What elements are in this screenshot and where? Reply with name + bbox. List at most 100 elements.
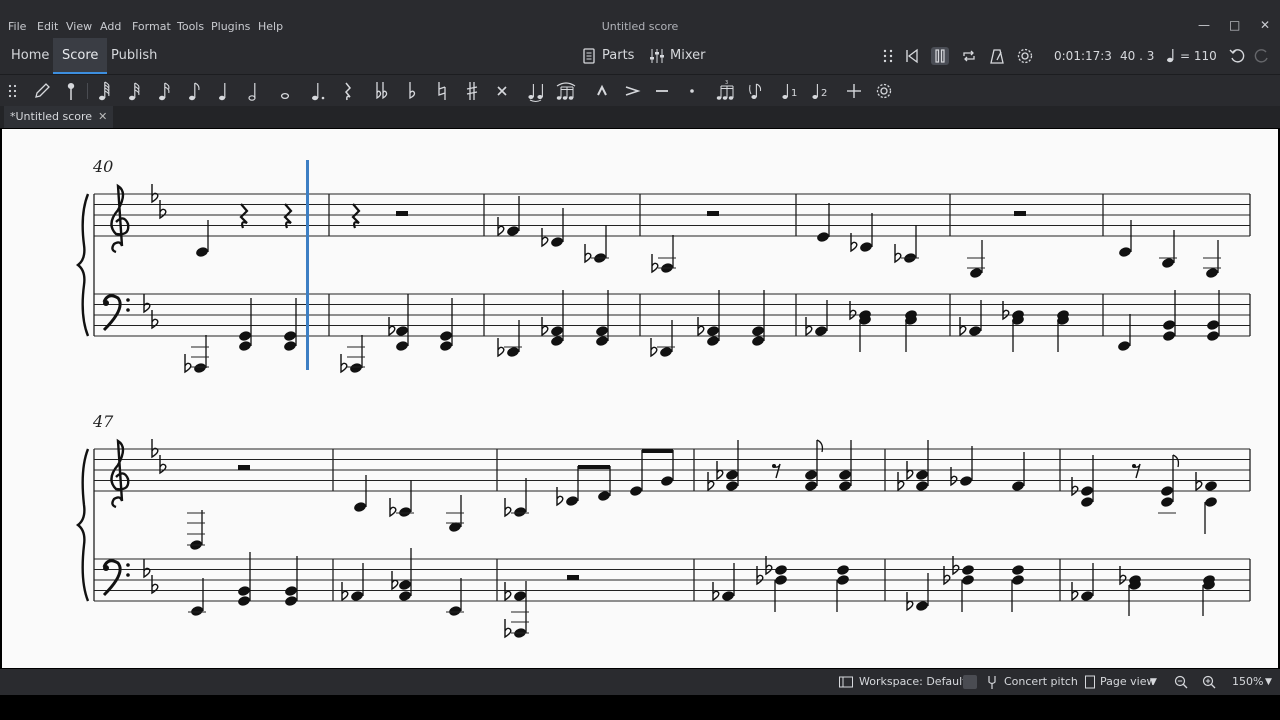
- flat-sign: [651, 254, 659, 274]
- menu-bar: File Edit View Add Format Tools Plugins …: [0, 0, 1280, 38]
- flat-sign: [1002, 301, 1010, 321]
- undo-icon[interactable]: [1228, 47, 1246, 65]
- zoom-chevron-icon[interactable]: ▼: [1265, 669, 1272, 695]
- notehead: [514, 507, 526, 517]
- workspace-icon[interactable]: [838, 674, 854, 690]
- metronome-icon[interactable]: [988, 47, 1006, 65]
- mixer-button[interactable]: Mixer: [670, 38, 705, 74]
- sixty-fourth-note-icon[interactable]: [92, 79, 118, 103]
- tuplet-icon[interactable]: 3: [713, 79, 739, 103]
- pause-icon[interactable]: [931, 47, 949, 65]
- notehead: [238, 596, 250, 606]
- rewind-icon[interactable]: [903, 47, 921, 65]
- notehead: [194, 363, 206, 373]
- window-title: Untitled score: [601, 20, 679, 33]
- notehead: [440, 341, 452, 351]
- sixteenth-note-icon[interactable]: [152, 79, 178, 103]
- tab-home[interactable]: Home: [2, 38, 58, 74]
- marcato-icon[interactable]: [589, 79, 615, 103]
- bass-clef: [103, 300, 109, 306]
- zoom-in-icon[interactable]: [1201, 674, 1217, 690]
- score-tab[interactable]: *Untitled score ✕: [4, 106, 114, 128]
- notehead: [399, 580, 411, 590]
- whole-note-icon[interactable]: [272, 79, 298, 103]
- minimize-icon[interactable]: —: [1198, 18, 1210, 32]
- natural-icon[interactable]: [429, 79, 455, 103]
- toolbar-grip-icon[interactable]: [0, 79, 26, 103]
- notehead: [238, 586, 250, 596]
- input-mode-icon[interactable]: [58, 79, 84, 103]
- zoom-level[interactable]: 150%: [1232, 669, 1263, 695]
- notehead: [630, 486, 642, 496]
- playback-settings-icon[interactable]: [1016, 47, 1034, 65]
- score-canvas[interactable]: 40 47: [2, 129, 1278, 668]
- svg-text:2: 2: [821, 88, 827, 99]
- concert-pitch-checkbox[interactable]: [963, 675, 977, 689]
- notehead: [507, 347, 519, 357]
- parts-icon[interactable]: [580, 47, 598, 65]
- tempo-readout[interactable]: = 110: [1180, 38, 1217, 74]
- notehead: [1081, 497, 1093, 507]
- playback-cursor: [306, 160, 309, 370]
- quarter-rest: [283, 203, 293, 229]
- notehead: [1081, 486, 1093, 496]
- notehead: [351, 591, 363, 601]
- thirty-second-note-icon[interactable]: [122, 79, 148, 103]
- customize-toolbar-icon[interactable]: [871, 79, 897, 103]
- notehead: [1161, 486, 1173, 496]
- svg-text:1: 1: [791, 88, 797, 99]
- sharp-icon[interactable]: [459, 79, 485, 103]
- tab-publish[interactable]: Publish: [102, 38, 166, 74]
- chevron-down-icon[interactable]: ▼: [1150, 669, 1157, 695]
- drag-handle-icon[interactable]: [879, 47, 897, 65]
- beam: [578, 465, 610, 469]
- maximize-icon[interactable]: □: [1229, 18, 1240, 32]
- notehead: [839, 470, 851, 480]
- close-window-icon[interactable]: ✕: [1260, 18, 1270, 32]
- page-view-icon[interactable]: [1082, 674, 1098, 690]
- dotted-note-icon[interactable]: [305, 79, 331, 103]
- accent-icon[interactable]: [619, 79, 645, 103]
- flat-sign: [143, 559, 151, 579]
- note-input-pencil-icon[interactable]: [29, 79, 55, 103]
- grand-staff-brace: [76, 448, 90, 602]
- svg-text:3: 3: [725, 80, 728, 86]
- notehead: [440, 331, 452, 341]
- notehead: [191, 606, 203, 616]
- workspace-label[interactable]: Workspace: Default: [859, 669, 967, 695]
- slur-icon[interactable]: [553, 79, 579, 103]
- loop-icon[interactable]: [960, 47, 978, 65]
- concert-pitch-label[interactable]: Concert pitch: [1004, 669, 1078, 695]
- parts-button[interactable]: Parts: [602, 38, 634, 74]
- close-tab-icon[interactable]: ✕: [98, 110, 107, 123]
- redo-icon[interactable]: [1253, 47, 1271, 65]
- notehead: [551, 237, 563, 247]
- staccato-icon[interactable]: [679, 79, 705, 103]
- notehead: [916, 470, 928, 480]
- flat-sign: [1071, 477, 1079, 497]
- double-sharp-icon[interactable]: [489, 79, 515, 103]
- notehead: [1118, 341, 1130, 351]
- notehead: [396, 326, 408, 336]
- document-tab-bar: *Untitled score ✕: [0, 106, 1280, 128]
- flip-direction-icon[interactable]: [743, 79, 769, 103]
- add-icon[interactable]: [841, 79, 867, 103]
- tab-score[interactable]: Score: [53, 38, 108, 74]
- quarter-note-icon[interactable]: [212, 79, 238, 103]
- score-page[interactable]: 40 47: [2, 129, 1278, 668]
- voice-1-icon[interactable]: 1: [777, 79, 803, 103]
- flat-sign: [340, 354, 348, 374]
- flat-sign: [184, 354, 192, 374]
- playback-time: 0:01:17:3: [1054, 49, 1112, 63]
- view-mode-dropdown[interactable]: Page view: [1100, 669, 1155, 695]
- flat-icon[interactable]: [399, 79, 425, 103]
- tie-icon[interactable]: [523, 79, 549, 103]
- double-flat-icon[interactable]: [369, 79, 395, 103]
- zoom-out-icon[interactable]: [1173, 674, 1189, 690]
- mixer-icon[interactable]: [648, 47, 666, 65]
- voice-2-icon[interactable]: 2: [807, 79, 833, 103]
- half-note-icon[interactable]: [242, 79, 268, 103]
- rest-icon[interactable]: [335, 79, 361, 103]
- eighth-note-icon[interactable]: [182, 79, 208, 103]
- tenuto-icon[interactable]: [649, 79, 675, 103]
